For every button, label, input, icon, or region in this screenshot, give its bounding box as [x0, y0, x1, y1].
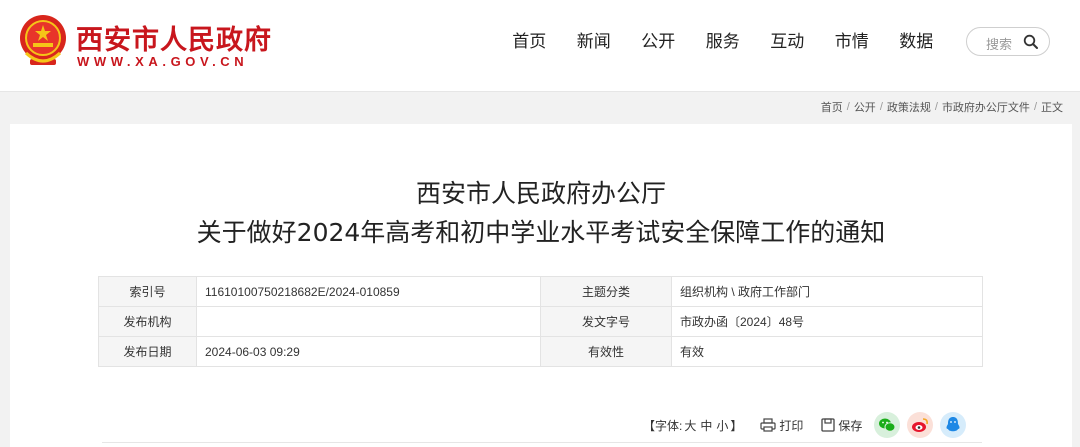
save-icon	[821, 418, 836, 432]
document-meta-table: 索引号 11610100750218682E/2024-010859 主题分类 …	[98, 276, 983, 367]
article-toolbar: 【字体: 大 中 小 】 打印 保存	[643, 412, 967, 438]
weibo-icon	[912, 418, 929, 432]
breadcrumb-home[interactable]: 首页	[821, 99, 843, 115]
meta-value: 市政办函〔2024〕48号	[671, 306, 983, 337]
font-size-large[interactable]: 大	[684, 417, 696, 434]
article-card: 西安市人民政府办公厅 关于做好2024年高考和初中学业水平考试安全保障工作的通知…	[10, 124, 1072, 447]
font-size-medium[interactable]: 中	[700, 417, 712, 434]
print-button[interactable]: 打印	[760, 417, 803, 434]
meta-label: 发布机构	[98, 306, 197, 337]
nav-home[interactable]: 首页	[497, 30, 562, 54]
save-button[interactable]: 保存	[821, 417, 862, 434]
search-placeholder: 搜索	[986, 37, 1013, 52]
site-title[interactable]: 西安市人民政府	[76, 18, 272, 57]
breadcrumb-policy[interactable]: 政策法规	[887, 99, 931, 115]
table-row: 发布日期 2024-06-03 09:29 有效性 有效	[98, 336, 983, 367]
nav-service[interactable]: 服务	[691, 30, 756, 54]
wechat-icon	[879, 418, 896, 432]
divider	[102, 442, 982, 443]
main-nav: 首页 新闻 公开 服务 互动 市情 数据	[497, 30, 949, 54]
meta-value: 组织机构 \ 政府工作部门	[671, 276, 983, 307]
font-size-small[interactable]: 小	[716, 417, 728, 434]
nav-interact[interactable]: 互动	[755, 30, 820, 54]
share-qq-button[interactable]	[940, 412, 967, 438]
font-size-prefix: 【字体:	[643, 418, 683, 433]
breadcrumb-separator: /	[846, 101, 850, 113]
nav-city-info[interactable]: 市情	[820, 30, 885, 54]
nav-data[interactable]: 数据	[884, 30, 949, 54]
national-emblem-icon[interactable]	[18, 13, 68, 69]
font-size-control: 【字体: 大 中 小 】	[643, 417, 742, 434]
table-row: 发布机构 发文字号 市政办函〔2024〕48号	[98, 306, 983, 337]
meta-value: 有效	[671, 336, 983, 367]
qq-icon	[946, 417, 960, 432]
breadcrumb-public[interactable]: 公开	[854, 99, 876, 115]
meta-label: 主题分类	[540, 276, 672, 307]
breadcrumb-separator: /	[1033, 101, 1037, 113]
breadcrumb-office-docs[interactable]: 市政府办公厅文件	[942, 99, 1030, 115]
meta-value: 11610100750218682E/2024-010859	[196, 276, 541, 307]
breadcrumb: 首页 / 公开 / 政策法规 / 市政府办公厅文件 / 正文	[821, 99, 1063, 115]
meta-label: 发文字号	[540, 306, 672, 337]
article-title-line2: 关于做好2024年高考和初中学业水平考试安全保障工作的通知	[196, 218, 886, 247]
site-header: 西安市人民政府 WWW.XA.GOV.CN 首页 新闻 公开 服务 互动 市情 …	[0, 0, 1080, 92]
print-label: 打印	[779, 418, 804, 433]
table-row: 索引号 11610100750218682E/2024-010859 主题分类 …	[98, 276, 983, 307]
search-icon[interactable]	[1023, 34, 1039, 50]
breadcrumb-separator: /	[879, 101, 883, 113]
breadcrumb-separator: /	[934, 101, 938, 113]
font-size-suffix: 】	[730, 418, 743, 433]
meta-value	[196, 306, 541, 337]
article-title-line1: 西安市人民政府办公厅	[415, 179, 666, 208]
share-weibo-button[interactable]	[907, 412, 934, 438]
meta-value: 2024-06-03 09:29	[196, 336, 541, 367]
meta-label: 索引号	[98, 276, 197, 307]
search-input[interactable]: 搜索	[966, 27, 1050, 56]
breadcrumb-current: 正文	[1041, 102, 1063, 114]
printer-icon	[760, 418, 777, 432]
nav-news[interactable]: 新闻	[562, 30, 627, 54]
meta-label: 有效性	[540, 336, 672, 367]
nav-public[interactable]: 公开	[626, 30, 691, 54]
site-url: WWW.XA.GOV.CN	[77, 54, 249, 69]
meta-label: 发布日期	[98, 336, 197, 367]
save-label: 保存	[838, 418, 863, 433]
share-wechat-button[interactable]	[874, 412, 901, 438]
